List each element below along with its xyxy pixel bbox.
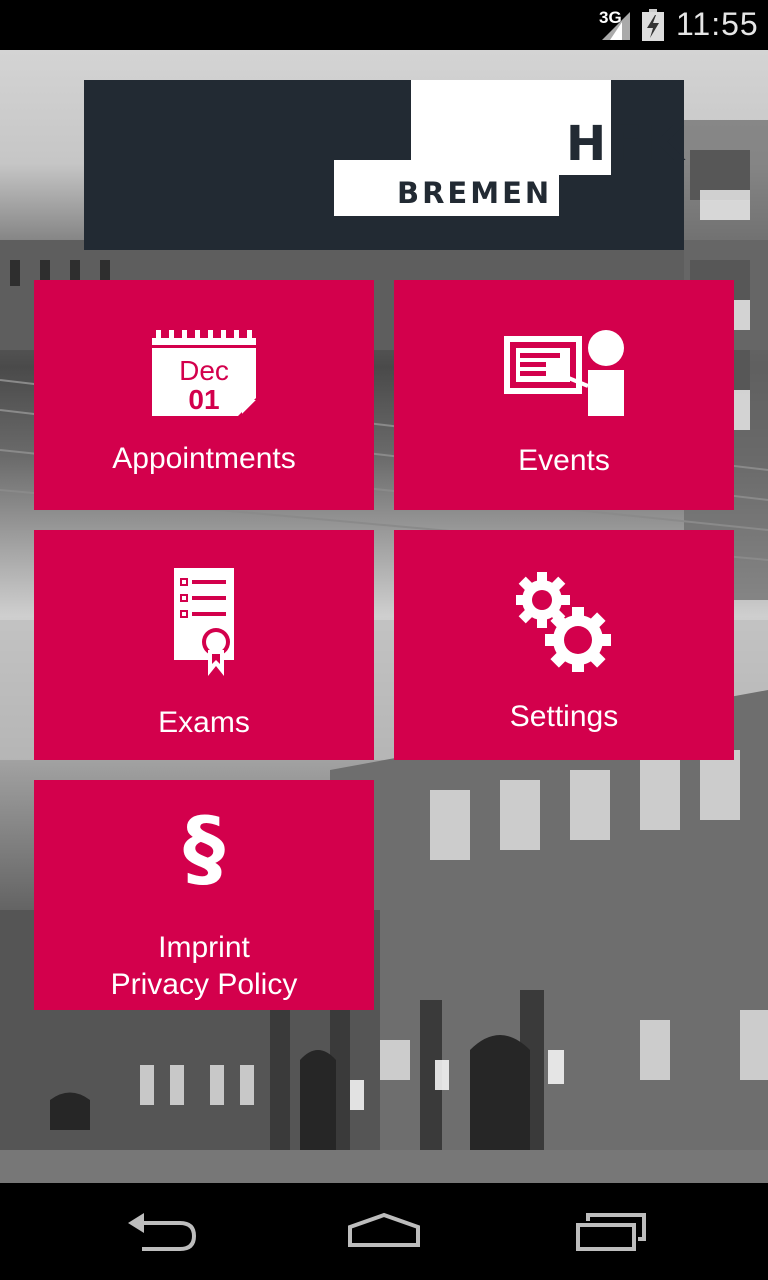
battery-charging-icon: [642, 9, 664, 41]
appointments-tile[interactable]: Dec 01 Appointments: [34, 280, 374, 510]
hfk-bremen-logo: HFK BREMEN: [84, 80, 684, 250]
navigation-bar: [0, 1183, 768, 1280]
calendar-icon: Dec 01: [152, 330, 256, 416]
gears-icon: [516, 572, 611, 672]
presentation-icon: [504, 330, 624, 416]
back-icon: [128, 1213, 197, 1251]
calendar-day: 01: [188, 384, 219, 415]
recent-apps-icon: [576, 1213, 646, 1251]
imprint-privacy-tile[interactable]: § Imprint Privacy Policy: [34, 780, 374, 1010]
home-icon: [348, 1212, 420, 1247]
logo-bremen-text: BREMEN: [397, 176, 553, 210]
privacy-policy-label: Privacy Policy: [110, 968, 298, 1001]
imprint-label: Imprint: [158, 931, 250, 964]
settings-label: Settings: [509, 700, 619, 733]
network-type: 3G: [599, 8, 622, 27]
appointments-label: Appointments: [112, 442, 296, 475]
settings-tile[interactable]: Settings: [394, 530, 734, 760]
home-button[interactable]: [334, 1205, 434, 1255]
events-label: Events: [518, 444, 610, 477]
recent-apps-button[interactable]: [562, 1205, 662, 1255]
certificate-icon: [174, 568, 234, 676]
calendar-month: Dec: [179, 355, 229, 386]
logo-hfk-text: HFK: [566, 116, 689, 172]
exams-label: Exams: [158, 706, 250, 739]
exams-tile[interactable]: Exams: [34, 530, 374, 760]
section-sign-icon: §: [183, 799, 225, 897]
status-bar: 3G 11:55: [0, 0, 768, 50]
clock: 11:55: [676, 6, 759, 42]
back-button[interactable]: [118, 1205, 218, 1255]
events-tile[interactable]: Events: [394, 280, 734, 510]
